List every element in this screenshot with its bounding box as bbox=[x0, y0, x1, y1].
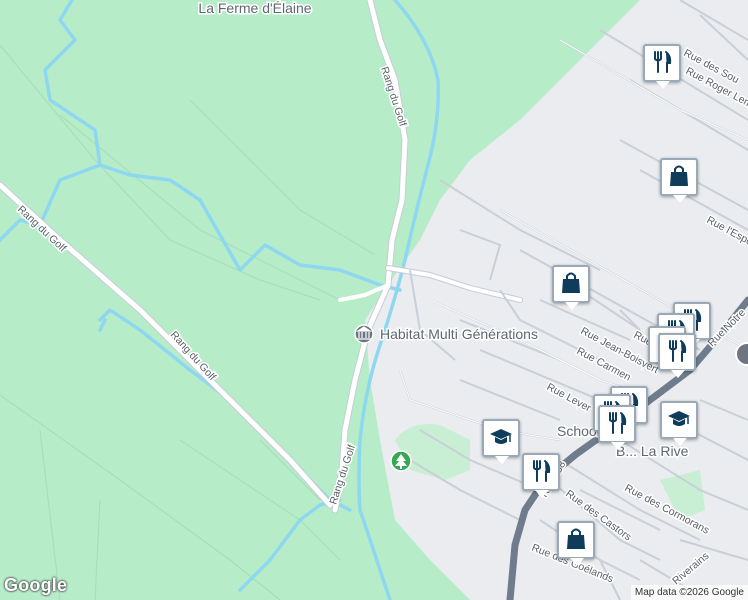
map-canvas[interactable]: La Ferme d'Élaine Habitat Multi Générati… bbox=[0, 0, 748, 600]
shopping-bag-icon bbox=[558, 270, 584, 296]
google-logo[interactable]: Google bbox=[4, 575, 67, 596]
shopping-marker-1[interactable] bbox=[660, 158, 698, 204]
farm-label[interactable]: La Ferme d'Élaine bbox=[197, 0, 313, 18]
restaurant-marker-9[interactable] bbox=[522, 453, 560, 499]
restaurant-marker-8[interactable] bbox=[598, 405, 636, 451]
habitat-poi[interactable]: Habitat Multi Générations bbox=[354, 324, 539, 344]
park-poi[interactable] bbox=[390, 450, 412, 472]
school-marker-2[interactable] bbox=[482, 419, 520, 465]
school-marker-1[interactable] bbox=[660, 401, 698, 447]
shopping-bag-icon bbox=[666, 163, 692, 189]
fork-knife-icon bbox=[664, 338, 690, 364]
fork-knife-icon bbox=[604, 410, 630, 436]
habitat-label: Habitat Multi Générations bbox=[380, 326, 538, 342]
restaurant-marker-5[interactable] bbox=[658, 333, 696, 379]
fork-knife-icon bbox=[649, 49, 675, 75]
shopping-marker-3[interactable] bbox=[557, 521, 595, 567]
fork-knife-icon bbox=[528, 458, 554, 484]
graduation-cap-icon bbox=[488, 424, 514, 450]
map-attribution[interactable]: Map data ©2026 Google bbox=[630, 585, 748, 600]
restaurant-marker-1[interactable] bbox=[643, 44, 681, 90]
shopping-marker-2[interactable] bbox=[552, 265, 590, 311]
graduation-cap-icon bbox=[666, 406, 692, 432]
shopping-bag-icon bbox=[563, 526, 589, 552]
